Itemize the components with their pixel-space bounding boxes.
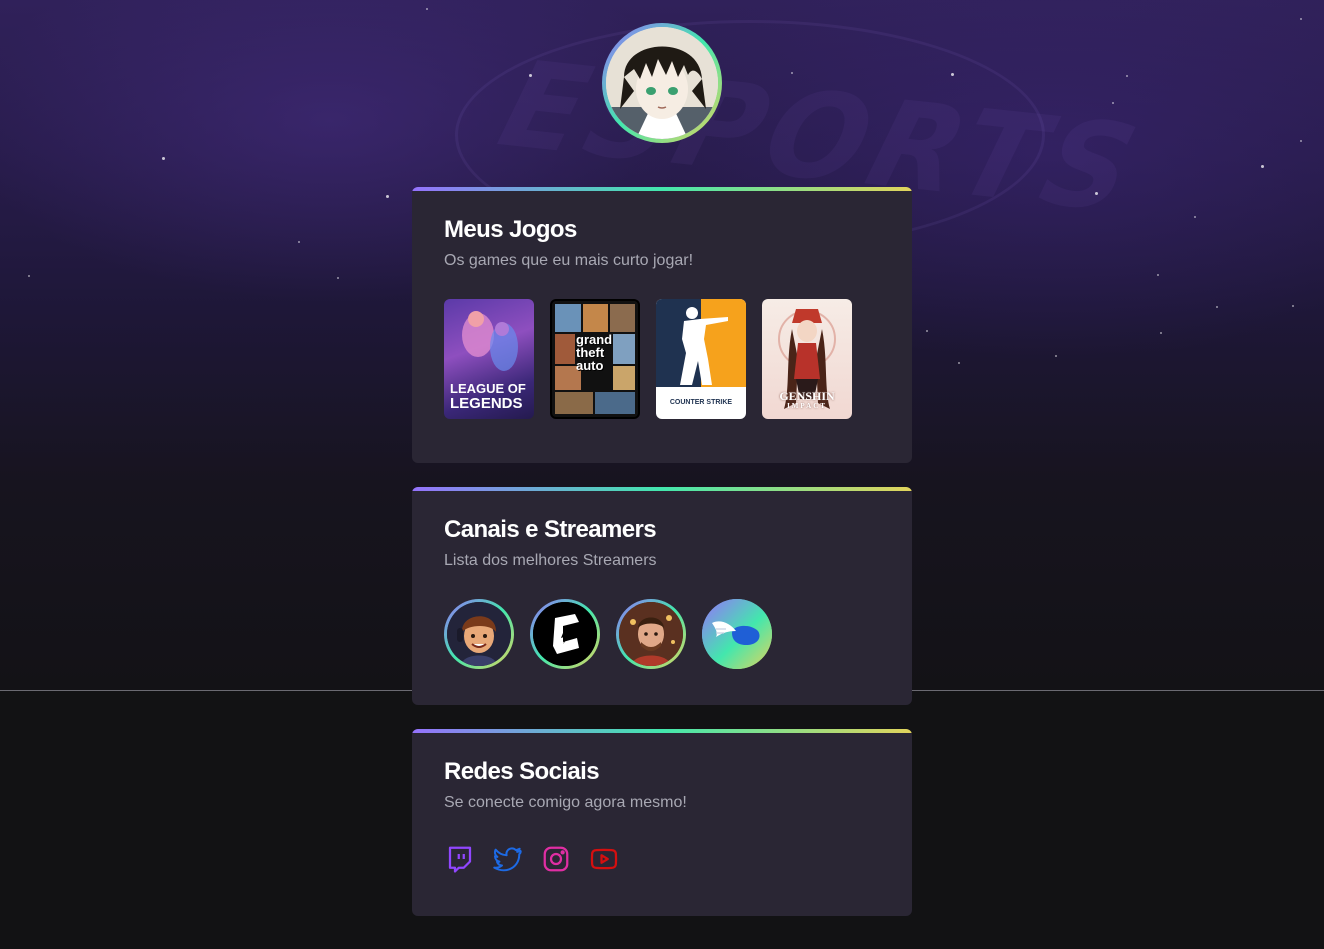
social-links [444,843,880,875]
game-gta-v[interactable]: grand theft auto [550,299,640,419]
star [1095,192,1098,195]
streamer-avatar-3[interactable] [616,599,686,669]
instagram-icon[interactable] [540,843,572,875]
twitch-icon[interactable] [444,843,476,875]
star [1112,102,1114,104]
game-genshin-impact[interactable]: GENSHIN IMPACT [762,299,852,419]
social-subtitle: Se conecte comigo agora mesmo! [444,794,687,811]
streamers-title: Canais e Streamers [444,516,657,543]
genshin-logo-line1: GENSHIN [779,389,835,403]
games-title: Meus Jogos [444,216,577,243]
star [426,8,428,10]
star [28,275,30,277]
star [926,330,928,332]
star [298,241,300,243]
star [337,277,339,279]
streamer-avatar-2[interactable] [530,599,600,669]
star [1300,18,1302,20]
social-title: Redes Sociais [444,758,600,785]
gta-logo-line3: auto [576,358,604,373]
twitter-icon[interactable] [492,843,524,875]
streamer-avatar-4[interactable] [702,599,772,669]
game-league-of-legends[interactable]: LEAGUE OF LEGENDS [444,299,534,419]
streamers-subtitle: Lista dos melhores Streamers [444,552,657,569]
star [1055,355,1057,357]
streamers-card: Canais e Streamers Lista dos melhores St… [412,487,912,705]
star [1261,165,1264,168]
streamer-avatar-1[interactable] [444,599,514,669]
profile-avatar-ring[interactable] [602,23,722,143]
games-subtitle: Os games que eu mais curto jogar! [444,252,694,269]
star [791,72,793,74]
lol-logo-line1: LEAGUE OF [450,381,526,396]
game-counter-strike[interactable]: COUNTER STRIKE [656,299,746,419]
cs-logo-text: COUNTER STRIKE [669,399,733,406]
star [1157,274,1159,276]
star [1292,305,1294,307]
star [958,362,960,364]
star [162,157,165,160]
star [1216,306,1218,308]
star [1126,75,1128,77]
star [529,74,532,77]
games-card: Meus Jogos Os games que eu mais curto jo… [412,187,912,463]
star [1160,332,1162,334]
star [1194,216,1196,218]
youtube-icon[interactable] [588,843,620,875]
lol-logo-line2: LEGENDS [450,395,523,412]
genshin-logo-line2: IMPACT [787,402,827,410]
social-card: Redes Sociais Se conecte comigo agora me… [412,729,912,916]
games-list: LEAGUE OF LEGENDS grand theft auto COUNT… [444,299,880,419]
star [1300,140,1302,142]
profile-avatar [606,27,718,139]
star [951,73,954,76]
star [386,195,389,198]
streamers-list [444,599,880,669]
